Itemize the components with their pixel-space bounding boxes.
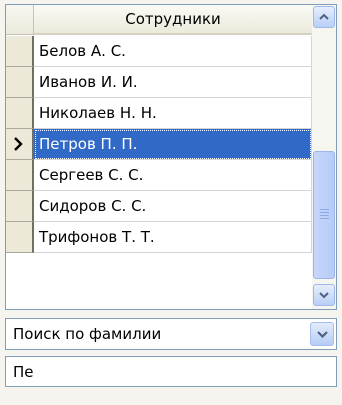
- vertical-scrollbar[interactable]: [312, 5, 336, 309]
- chevron-down-icon: [317, 331, 328, 338]
- row-indicator[interactable]: [6, 160, 34, 191]
- row-indicator-header: [6, 5, 34, 35]
- chevron-up-icon: [319, 13, 329, 20]
- column-header-employees[interactable]: Сотрудники: [34, 5, 312, 35]
- employee-name-cell[interactable]: Трифонов Т. Т.: [34, 222, 312, 253]
- thumb-grip-line: [320, 218, 329, 219]
- employee-name-cell[interactable]: Сидоров С. С.: [34, 191, 312, 222]
- search-mode-value: Поиск по фамилии: [13, 325, 162, 343]
- thumb-grip-line: [320, 215, 329, 216]
- table-row[interactable]: Белов А. С.: [6, 36, 312, 67]
- scroll-up-button[interactable]: [313, 6, 335, 28]
- scroll-down-button[interactable]: [313, 284, 335, 306]
- table-row[interactable]: Трифонов Т. Т.: [6, 222, 312, 253]
- grid-header: Сотрудники: [6, 5, 312, 36]
- row-indicator[interactable]: [6, 67, 34, 98]
- dropdown-button[interactable]: [310, 322, 334, 346]
- table-row[interactable]: Иванов И. И.: [6, 67, 312, 98]
- scrollbar-thumb[interactable]: [313, 151, 335, 279]
- table-row-selected[interactable]: Петров П. П.: [6, 129, 312, 160]
- chevron-down-icon: [319, 292, 329, 299]
- table-row[interactable]: Сергеев С. С.: [6, 160, 312, 191]
- row-indicator[interactable]: [6, 36, 34, 67]
- thumb-grip-line: [320, 212, 329, 213]
- search-mode-select[interactable]: Поиск по фамилии: [5, 318, 337, 350]
- search-input[interactable]: [5, 356, 337, 387]
- thumb-grip-line: [320, 209, 329, 210]
- employee-name-cell[interactable]: Иванов И. И.: [34, 67, 312, 98]
- row-indicator[interactable]: [6, 191, 34, 222]
- table-row[interactable]: Сидоров С. С.: [6, 191, 312, 222]
- employee-name-cell[interactable]: Николаев Н. Н.: [34, 98, 312, 129]
- row-indicator[interactable]: [6, 222, 34, 253]
- employee-name-cell[interactable]: Петров П. П.: [34, 129, 312, 160]
- row-indicator[interactable]: [6, 98, 34, 129]
- employee-name-cell[interactable]: Белов А. С.: [34, 36, 312, 67]
- employees-grid[interactable]: Сотрудники Белов А. С. Иванов И. И. Нико…: [5, 4, 337, 310]
- current-row-arrow-icon: [14, 137, 23, 151]
- table-row[interactable]: Николаев Н. Н.: [6, 98, 312, 129]
- employee-name-cell[interactable]: Сергеев С. С.: [34, 160, 312, 191]
- row-indicator[interactable]: [6, 129, 34, 160]
